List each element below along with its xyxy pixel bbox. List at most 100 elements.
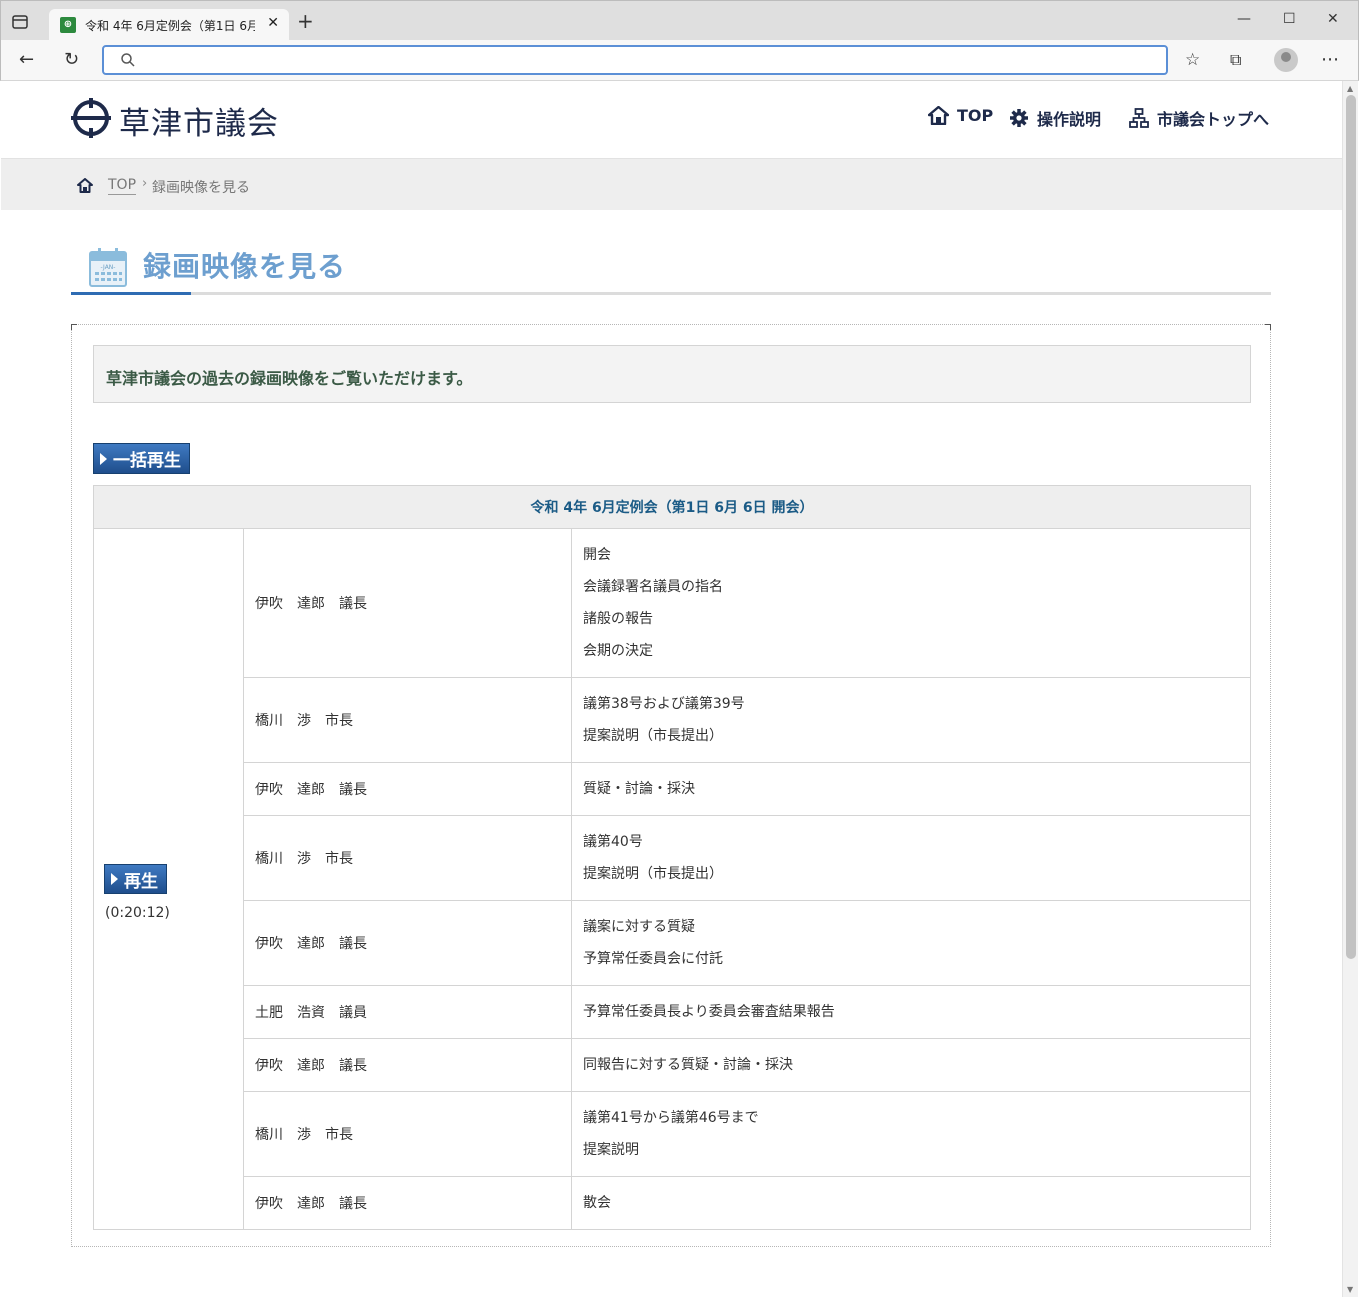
- speaker-name: 橋川 渉 市長: [243, 815, 572, 901]
- content-box: 草津市議会の過去の録画映像をご覧いただけます。 一括再生 令和 4年 6月定例会…: [71, 324, 1271, 1247]
- speaker-name: 土肥 浩資 議員: [243, 985, 572, 1039]
- agenda-row: 橋川 渉 市長 議第41号から議第46号まで 提案説明: [94, 1091, 1251, 1177]
- agenda-item: 会期の決定: [583, 643, 653, 659]
- agenda-item: 議第40号: [583, 834, 643, 850]
- agenda-item: 提案説明（市長提出）: [583, 728, 723, 744]
- minimize-icon[interactable]: —: [1237, 11, 1251, 27]
- agenda-items: 開会会議録署名議員の指名 諸般の報告会期の決定: [571, 528, 1251, 678]
- agenda-row: 伊吹 達郎 議長 同報告に対する質疑・討論・採決: [94, 1038, 1251, 1092]
- nav-help-link[interactable]: 操作説明: [1009, 106, 1101, 130]
- collections-icon[interactable]: ⧉: [1230, 50, 1241, 70]
- new-tab-icon[interactable]: +: [297, 11, 314, 31]
- play-triangle-icon: [111, 873, 118, 885]
- tab-actions-icon[interactable]: [11, 13, 29, 31]
- agenda-items: 議案に対する質疑予算常任委員会に付託: [571, 900, 1251, 986]
- profile-avatar[interactable]: [1274, 48, 1298, 72]
- site-logo-text[interactable]: 草津市議会: [119, 98, 279, 143]
- agenda-items: 同報告に対する質疑・討論・採決: [571, 1038, 1251, 1092]
- site-header: 草津市議会 TOP 操作説明 市議会トップへ: [1, 81, 1342, 158]
- sitemap-icon: [1129, 108, 1149, 128]
- tab-title: 令和 4年 6月定例会（第1日 6月: [85, 19, 255, 33]
- calendar-icon: -JAN-: [89, 248, 127, 287]
- agenda-row: 伊吹 達郎 議長 散会: [94, 1176, 1251, 1230]
- favorites-icon[interactable]: ☆: [1185, 50, 1200, 70]
- speaker-name: 伊吹 達郎 議長: [243, 762, 572, 816]
- nav-top-link[interactable]: TOP: [928, 106, 993, 125]
- nav-top-label: TOP: [957, 106, 994, 125]
- agenda-item: 議案に対する質疑: [583, 919, 695, 935]
- bulk-play-button[interactable]: 一括再生: [93, 443, 190, 474]
- breadcrumb-current: 録画映像を見る: [152, 180, 250, 196]
- agenda-row: 橋川 渉 市長 議第40号提案説明（市長提出）: [94, 815, 1251, 901]
- breadcrumb-separator: ›: [142, 176, 148, 191]
- city-logo-icon[interactable]: [71, 98, 111, 138]
- speaker-name: 橋川 渉 市長: [243, 1091, 572, 1177]
- speaker-name: 伊吹 達郎 議長: [243, 1038, 572, 1092]
- title-accent-bar: [71, 292, 191, 295]
- page-scrollbar[interactable]: ▲ ▼: [1342, 81, 1358, 1297]
- play-triangle-icon: [100, 452, 107, 465]
- session-header: 令和 4年 6月定例会（第1日 6月 6日 開会）: [93, 485, 1251, 529]
- agenda-item: 開会: [583, 547, 611, 563]
- agenda-item: 質疑・討論・採決: [583, 781, 695, 797]
- agenda-row: 再生 (0:20:12) 伊吹 達郎 議長 開会 会議録署名議員の指名 諸般の報告 会期の決…: [93, 528, 1251, 1230]
- intro-notice: 草津市議会の過去の録画映像をご覧いただけます。: [93, 345, 1251, 403]
- agenda-item: 散会: [583, 1195, 611, 1211]
- play-label: 再生: [124, 871, 158, 892]
- play-button[interactable]: 再生: [104, 864, 167, 894]
- agenda-item: 予算常任委員長より委員会審査結果報告: [583, 1004, 835, 1020]
- tab-close-icon[interactable]: ✕: [267, 15, 279, 31]
- agenda-item: 予算常任委員会に付託: [583, 951, 723, 967]
- agenda-row: 伊吹 達郎 議長 議案に対する質疑予算常任委員会に付託: [94, 900, 1251, 986]
- breadcrumb: TOP › 録画映像を見る: [1, 158, 1342, 210]
- agenda-item: 議第38号および議第39号: [583, 696, 745, 712]
- maximize-icon[interactable]: ☐: [1283, 11, 1296, 27]
- agenda-row: 土肥 浩資 議員 予算常任委員長より委員会審査結果報告: [94, 985, 1251, 1039]
- gear-icon: [1010, 109, 1028, 127]
- search-icon: [121, 53, 135, 67]
- site-favicon-icon: ⊕: [60, 17, 76, 33]
- scroll-up-icon[interactable]: ▲: [1347, 84, 1353, 93]
- home-icon: [928, 106, 949, 125]
- agenda-item: 議第41号から議第46号まで: [583, 1110, 759, 1126]
- breadcrumb-home-icon: [77, 178, 93, 193]
- speaker-name: 橋川 渉 市長: [243, 677, 572, 763]
- refresh-icon[interactable]: ↻: [64, 50, 79, 70]
- agenda-items: 質疑・討論・採決: [571, 762, 1251, 816]
- agenda-item: 諸般の報告: [583, 611, 653, 627]
- more-menu-icon[interactable]: ⋯: [1321, 50, 1339, 70]
- calendar-label: -JAN-: [101, 264, 116, 271]
- address-bar[interactable]: [102, 45, 1168, 75]
- agenda-row: 橋川 渉 市長 議第38号および議第39号 提案説明（市長提出）: [94, 677, 1251, 763]
- nav-council-top-link[interactable]: 市議会トップへ: [1129, 106, 1269, 130]
- nav-help-label: 操作説明: [1037, 110, 1102, 129]
- page-title-section: -JAN- 録画映像を見る: [71, 241, 1271, 295]
- agenda-item: 提案説明: [583, 1142, 639, 1158]
- agenda-item: 会議録署名議員の指名: [583, 579, 723, 595]
- play-cell: 再生 (0:20:12): [93, 528, 244, 1230]
- agenda-items: 議第41号から議第46号まで 提案説明: [571, 1091, 1251, 1177]
- back-icon[interactable]: ←: [19, 50, 34, 70]
- page-viewport: 草津市議会 TOP 操作説明 市議会トップへ TOP › 録画映像を見る -JA…: [1, 81, 1342, 1297]
- nav-council-top-label: 市議会トップへ: [1157, 110, 1270, 129]
- page-title: 録画映像を見る: [143, 250, 347, 283]
- window-close-icon[interactable]: ✕: [1327, 11, 1339, 27]
- scroll-down-icon[interactable]: ▼: [1347, 1285, 1353, 1294]
- agenda-row: 伊吹 達郎 議長 質疑・討論・採決: [94, 762, 1251, 816]
- agenda-items: 予算常任委員長より委員会審査結果報告: [571, 985, 1251, 1039]
- agenda-item: 提案説明（市長提出）: [583, 866, 723, 882]
- agenda-items: 散会: [571, 1176, 1251, 1230]
- scrollbar-thumb[interactable]: [1346, 95, 1356, 959]
- browser-tab[interactable]: ⊕ 令和 4年 6月定例会（第1日 6月 ✕: [49, 9, 289, 41]
- agenda-items: 議第40号提案説明（市長提出）: [571, 815, 1251, 901]
- agenda-item: 同報告に対する質疑・討論・採決: [583, 1057, 793, 1073]
- browser-tab-bar: ⊕ 令和 4年 6月定例会（第1日 6月 ✕ + — ☐ ✕: [0, 0, 1359, 41]
- video-duration: (0:20:12): [105, 905, 170, 921]
- speaker-name: 伊吹 達郎 議長: [243, 900, 572, 986]
- speaker-name: 伊吹 達郎 議長: [243, 528, 572, 678]
- intro-text: 草津市議会の過去の録画映像をご覧いただけます。: [106, 369, 473, 388]
- breadcrumb-top-link[interactable]: TOP: [108, 177, 137, 195]
- speaker-name: 伊吹 達郎 議長: [243, 1176, 572, 1230]
- bulk-play-label: 一括再生: [113, 451, 181, 471]
- browser-toolbar: ← ↻ ☆ ⧉ ⋯: [0, 40, 1359, 81]
